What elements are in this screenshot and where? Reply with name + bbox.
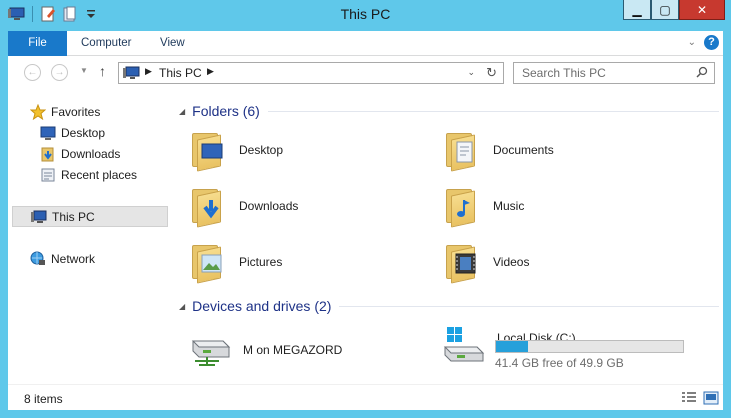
search-placeholder: Search This PC xyxy=(522,66,606,80)
details-view-icon[interactable] xyxy=(681,391,697,405)
window-controls: ▁ ▢ ✕ xyxy=(623,0,725,20)
folder-tile-pictures[interactable]: Pictures xyxy=(189,241,283,284)
content-pane: ◢ Folders (6) Desktop Documents Download… xyxy=(171,89,723,384)
navigation-bar: ← → ▼ ↑ ▶ This PC ▶ ⌄ ↻ Search This PC xyxy=(8,56,723,89)
nav-this-pc[interactable]: This PC xyxy=(12,206,168,227)
nav-network-label: Network xyxy=(51,251,96,266)
address-dropdown-icon[interactable]: ⌄ xyxy=(467,67,475,78)
item-count: 8 items xyxy=(24,392,63,406)
drive-tile-megazord[interactable]: M on MEGAZORD xyxy=(189,327,342,372)
devices-group-title: Devices and drives (2) xyxy=(192,298,332,314)
nav-favorites-label: Favorites xyxy=(51,104,101,119)
network-icon xyxy=(30,251,46,267)
music-folder-icon xyxy=(443,185,483,228)
disk-free-text: 41.4 GB free of 49.9 GB xyxy=(495,356,624,370)
folder-tile-desktop[interactable]: Desktop xyxy=(189,129,284,172)
maximize-icon: ▢ xyxy=(659,2,671,17)
downloads-icon xyxy=(40,146,56,162)
status-bar: 8 items xyxy=(8,384,723,410)
folder-tile-downloads[interactable]: Downloads xyxy=(189,185,299,228)
disk-usage-fill xyxy=(496,341,528,352)
breadcrumb-this-pc[interactable]: This PC xyxy=(159,66,202,80)
videos-folder-icon xyxy=(443,241,483,284)
minimize-button[interactable]: ▁ xyxy=(623,0,651,20)
folder-label: Documents xyxy=(493,143,554,157)
nav-desktop-label: Desktop xyxy=(61,125,106,140)
breadcrumb-chevron-icon[interactable]: ▶ xyxy=(207,66,214,77)
nav-recent-places-label: Recent places xyxy=(61,167,138,182)
help-icon[interactable]: ? xyxy=(704,35,719,50)
computer-icon xyxy=(31,209,47,225)
forward-arrow-icon: → xyxy=(54,67,65,78)
folder-label: Pictures xyxy=(239,255,283,269)
disk-usage-bar xyxy=(495,340,684,353)
folders-group-header[interactable]: ◢ Folders (6) xyxy=(179,101,719,121)
folder-tile-music[interactable]: Music xyxy=(443,185,525,228)
documents-folder-icon xyxy=(443,129,483,172)
tab-computer[interactable]: Computer xyxy=(71,31,142,56)
pictures-folder-icon xyxy=(189,241,229,284)
large-icons-view-icon[interactable] xyxy=(703,391,719,405)
address-bar[interactable]: ▶ This PC ▶ ⌄ ↻ xyxy=(118,62,504,84)
local-disk-icon xyxy=(443,325,487,368)
expand-ribbon-icon[interactable]: ⌄ xyxy=(688,37,696,48)
breadcrumb-chevron-icon[interactable]: ▶ xyxy=(145,66,152,77)
folder-tile-documents[interactable]: Documents xyxy=(443,129,554,172)
folder-label: Downloads xyxy=(239,199,299,213)
folders-group-title: Folders (6) xyxy=(192,103,260,119)
back-arrow-icon: ← xyxy=(27,67,38,78)
nav-favorites[interactable]: Favorites xyxy=(29,101,190,122)
recent-locations-icon[interactable]: ▼ xyxy=(80,66,88,75)
forward-button[interactable]: → xyxy=(51,64,68,81)
nav-network[interactable]: Network xyxy=(30,248,190,269)
computer-icon xyxy=(123,66,141,85)
desktop-icon xyxy=(40,125,56,141)
search-icon[interactable] xyxy=(696,66,708,78)
minimize-icon: ▁ xyxy=(632,2,642,17)
folder-label: Videos xyxy=(493,255,530,269)
drive-label: M on MEGAZORD xyxy=(243,342,343,357)
devices-group-header[interactable]: ◢ Devices and drives (2) xyxy=(179,296,719,316)
recent-places-icon xyxy=(40,167,56,183)
up-arrow-icon[interactable]: ↑ xyxy=(99,63,106,79)
close-button[interactable]: ✕ xyxy=(679,0,725,20)
tab-view[interactable]: View xyxy=(150,31,195,56)
folder-label: Music xyxy=(493,199,525,213)
back-button[interactable]: ← xyxy=(24,64,41,81)
explorer-window: This PC ▁ ▢ ✕ File Computer View ⌄ ? ← →… xyxy=(0,0,731,418)
refresh-icon[interactable]: ↻ xyxy=(486,65,497,81)
folder-tile-videos[interactable]: Videos xyxy=(443,241,530,284)
maximize-button[interactable]: ▢ xyxy=(651,0,679,20)
network-drive-icon xyxy=(189,327,233,372)
ribbon: File Computer View ⌄ ? xyxy=(8,31,723,56)
nav-downloads-label: Downloads xyxy=(61,146,121,161)
tab-file[interactable]: File xyxy=(8,31,67,56)
close-icon: ✕ xyxy=(696,2,708,17)
navigation-pane: Favorites Desktop Downloads Recent place… xyxy=(8,89,171,384)
desktop-folder-icon xyxy=(189,129,229,172)
nav-this-pc-label: This PC xyxy=(52,209,95,224)
collapse-triangle-icon[interactable]: ◢ xyxy=(179,107,185,116)
title-bar: This PC ▁ ▢ ✕ xyxy=(0,0,731,31)
downloads-folder-icon xyxy=(189,185,229,228)
window-title: This PC xyxy=(340,6,391,22)
star-icon xyxy=(29,103,47,120)
folder-label: Desktop xyxy=(239,143,284,157)
search-input[interactable]: Search This PC xyxy=(513,62,715,84)
collapse-triangle-icon[interactable]: ◢ xyxy=(179,302,185,311)
